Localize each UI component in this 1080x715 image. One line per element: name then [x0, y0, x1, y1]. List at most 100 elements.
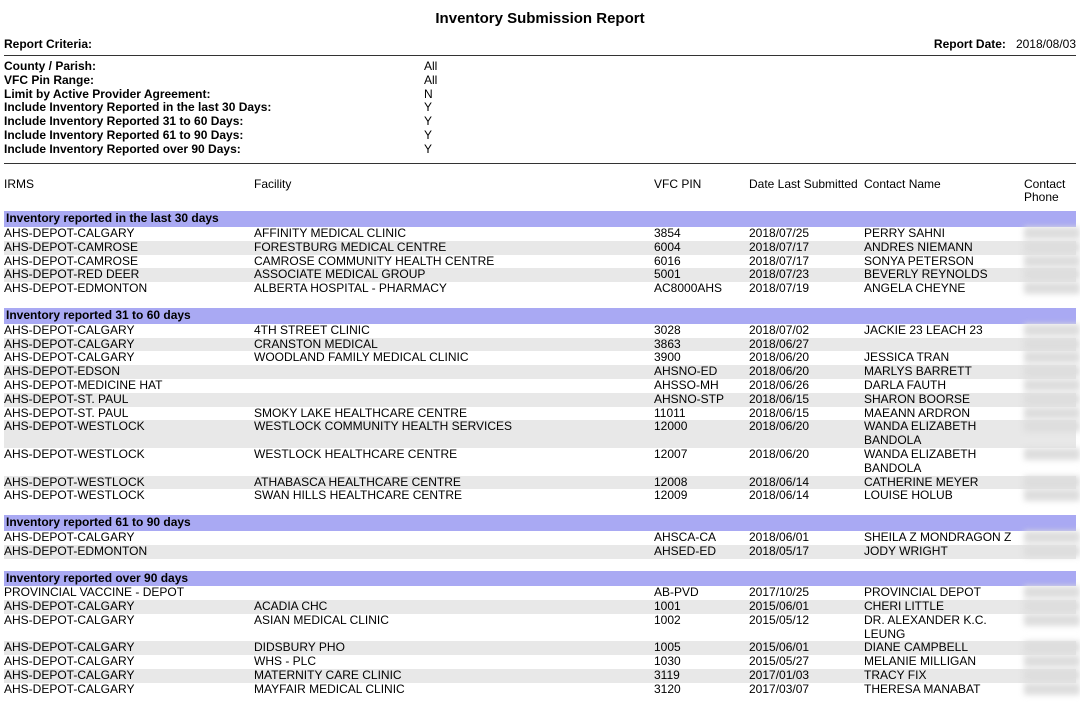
contact-name-cell: SHARON BOORSE: [864, 393, 1024, 407]
contact-name-cell: PROVINCIAL DEPOT: [864, 586, 1024, 600]
irms-cell: AHS-DEPOT-WESTLOCK: [4, 476, 254, 490]
table-row: AHS-DEPOT-ST. PAULSMOKY LAKE HEALTHCARE …: [4, 407, 1076, 421]
contact-phone-cell: [1024, 476, 1080, 490]
redacted-phone: [1024, 255, 1080, 267]
date-cell: 2015/06/01: [749, 600, 864, 614]
vfc-pin-cell: 12008: [654, 476, 749, 490]
criteria-row: Include Inventory Reported 61 to 90 Days…: [4, 129, 1076, 143]
contact-name-cell: DR. ALEXANDER K.C. LEUNG: [864, 614, 1024, 642]
date-cell: 2018/06/01: [749, 531, 864, 545]
col-contact-phone: Contact Phone: [1024, 178, 1080, 206]
table-row: AHS-DEPOT-WESTLOCKSWAN HILLS HEALTHCARE …: [4, 489, 1076, 503]
irms-cell: AHS-DEPOT-CALGARY: [4, 531, 254, 545]
redacted-phone: [1024, 227, 1080, 239]
divider-top: [4, 55, 1076, 56]
redacted-phone: [1024, 241, 1080, 253]
criteria-label: County / Parish:: [4, 60, 424, 74]
vfc-pin-cell: AC8000AHS: [654, 282, 749, 296]
facility-cell: WESTLOCK HEALTHCARE CENTRE: [254, 448, 654, 476]
table-row: AHS-DEPOT-CALGARYWHS - PLC10302015/05/27…: [4, 655, 1076, 669]
contact-phone-cell: [1024, 282, 1080, 296]
date-cell: 2018/06/27: [749, 338, 864, 352]
vfc-pin-cell: 5001: [654, 268, 749, 282]
contact-name-cell: MARLYS BARRETT: [864, 365, 1024, 379]
criteria-label: Include Inventory Reported 31 to 60 Days…: [4, 115, 424, 129]
criteria-heading: Report Criteria:: [4, 37, 92, 51]
group-spacer: [4, 296, 1076, 308]
report-page: Inventory Submission Report Report Crite…: [0, 0, 1080, 715]
contact-name-cell: CHERI LITTLE: [864, 600, 1024, 614]
table-row: PROVINCIAL VACCINE - DEPOTAB-PVD2017/10/…: [4, 586, 1076, 600]
col-contact-name: Contact Name: [864, 178, 1024, 206]
table-row: AHS-DEPOT-CALGARYAHSCA-CA2018/06/01SHEIL…: [4, 531, 1076, 545]
redacted-phone: [1024, 545, 1080, 557]
redacted-phone: [1024, 655, 1080, 667]
vfc-pin-cell: 3120: [654, 683, 749, 697]
col-irms: IRMS: [4, 178, 254, 206]
table-row: AHS-DEPOT-CAMROSECAMROSE COMMUNITY HEALT…: [4, 255, 1076, 269]
contact-name-cell: ANDRES NIEMANN: [864, 241, 1024, 255]
vfc-pin-cell: 3863: [654, 338, 749, 352]
report-date-wrap: Report Date: 2018/08/03: [934, 37, 1076, 51]
facility-cell: ATHABASCA HEALTHCARE CENTRE: [254, 476, 654, 490]
contact-name-cell: [864, 338, 1024, 352]
date-cell: 2018/06/14: [749, 489, 864, 503]
date-cell: 2018/06/20: [749, 351, 864, 365]
criteria-row: Include Inventory Reported over 90 Days:…: [4, 143, 1076, 157]
vfc-pin-cell: AHSSO-MH: [654, 379, 749, 393]
facility-cell: WHS - PLC: [254, 655, 654, 669]
report-date-value: 2018/08/03: [1016, 37, 1076, 51]
top-line: Report Criteria: Report Date: 2018/08/03: [4, 35, 1076, 53]
date-cell: 2018/07/19: [749, 282, 864, 296]
criteria-value: Y: [424, 143, 624, 157]
criteria-value: Y: [424, 129, 624, 143]
redacted-phone: [1024, 393, 1080, 405]
date-cell: 2018/06/26: [749, 379, 864, 393]
criteria-value: Y: [424, 115, 624, 129]
col-date-last: Date Last Submitted: [749, 178, 864, 206]
irms-cell: AHS-DEPOT-CALGARY: [4, 338, 254, 352]
contact-phone-cell: [1024, 669, 1080, 683]
redacted-phone: [1024, 489, 1080, 501]
contact-name-cell: MELANIE MILLIGAN: [864, 655, 1024, 669]
table-row: AHS-DEPOT-CALGARYMATERNITY CARE CLINIC31…: [4, 669, 1076, 683]
irms-cell: AHS-DEPOT-EDMONTON: [4, 545, 254, 559]
facility-cell: 4TH STREET CLINIC: [254, 324, 654, 338]
date-cell: 2018/05/17: [749, 545, 864, 559]
criteria-block: County / Parish:AllVFC Pin Range:AllLimi…: [4, 60, 1076, 161]
report-title: Inventory Submission Report: [4, 6, 1076, 35]
facility-cell: DIDSBURY PHO: [254, 641, 654, 655]
group-header: Inventory reported over 90 days: [4, 571, 1076, 587]
redacted-phone: [1024, 282, 1080, 294]
table-row: AHS-DEPOT-MEDICINE HATAHSSO-MH2018/06/26…: [4, 379, 1076, 393]
facility-cell: ASIAN MEDICAL CLINIC: [254, 614, 654, 642]
irms-cell: AHS-DEPOT-CALGARY: [4, 641, 254, 655]
group-header: Inventory reported 31 to 60 days: [4, 308, 1076, 324]
vfc-pin-cell: 3900: [654, 351, 749, 365]
criteria-value: Y: [424, 101, 624, 115]
column-headers: IRMS Facility VFC PIN Date Last Submitte…: [4, 168, 1076, 212]
facility-cell: ACADIA CHC: [254, 600, 654, 614]
vfc-pin-cell: 3028: [654, 324, 749, 338]
redacted-phone: [1024, 351, 1080, 363]
date-cell: 2018/07/25: [749, 227, 864, 241]
redacted-phone: [1024, 420, 1080, 432]
contact-name-cell: WANDA ELIZABETH BANDOLA: [864, 420, 1024, 448]
report-date-label: Report Date:: [934, 37, 1006, 51]
date-cell: 2018/06/20: [749, 420, 864, 448]
vfc-pin-cell: 1030: [654, 655, 749, 669]
contact-phone-cell: [1024, 351, 1080, 365]
table-row: AHS-DEPOT-CALGARYMAYFAIR MEDICAL CLINIC3…: [4, 683, 1076, 697]
date-cell: 2018/06/15: [749, 407, 864, 421]
irms-cell: AHS-DEPOT-CALGARY: [4, 614, 254, 642]
col-facility: Facility: [254, 178, 654, 206]
facility-cell: MATERNITY CARE CLINIC: [254, 669, 654, 683]
redacted-phone: [1024, 338, 1080, 350]
contact-name-cell: CATHERINE MEYER: [864, 476, 1024, 490]
criteria-label: Include Inventory Reported over 90 Days:: [4, 143, 424, 157]
criteria-value: All: [424, 74, 624, 88]
contact-name-cell: DIANE CAMPBELL: [864, 641, 1024, 655]
irms-cell: AHS-DEPOT-CAMROSE: [4, 255, 254, 269]
contact-name-cell: SONYA PETERSON: [864, 255, 1024, 269]
irms-cell: AHS-DEPOT-CALGARY: [4, 600, 254, 614]
